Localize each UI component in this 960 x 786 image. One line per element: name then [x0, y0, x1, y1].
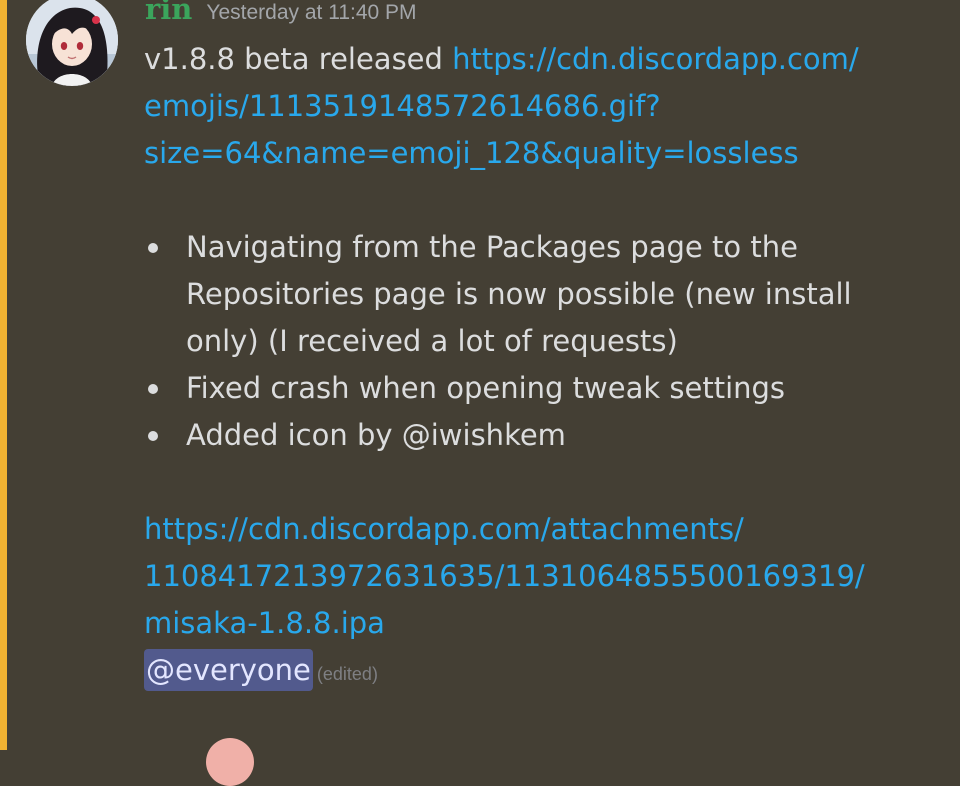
release-text: v1.8.8 beta released	[144, 42, 453, 76]
list-item: Added icon by @iwishkem	[144, 412, 934, 459]
changelog-list: Navigating from the Packages page to the…	[144, 224, 934, 459]
message-header: rin Yesterday at 11:40 PM	[145, 0, 417, 32]
attachment-link-continued[interactable]: misaka-1.8.8.ipa	[144, 606, 385, 640]
mention-highlight-bar	[0, 0, 7, 750]
list-item: Fixed crash when opening tweak settings	[144, 365, 934, 412]
message-content: v1.8.8 beta released https://cdn.discord…	[144, 36, 934, 694]
list-item-text: Fixed crash when opening tweak settings	[186, 371, 786, 405]
mention-line: @everyone (edited)	[144, 647, 934, 694]
edited-label: (edited)	[316, 664, 378, 684]
attachment-link-continued[interactable]: 1108417213972631635/1131064855500169319/	[144, 559, 865, 593]
next-message-avatar-icon[interactable]	[206, 738, 254, 786]
username[interactable]: rin	[145, 0, 192, 26]
attachment-link[interactable]: https://cdn.discordapp.com/attachments/	[144, 512, 744, 546]
message-timestamp[interactable]: Yesterday at 11:40 PM	[206, 1, 416, 24]
list-item-text: Navigating from the Packages page to the	[186, 230, 798, 264]
list-item-text: Added icon by @iwishkem	[186, 418, 566, 452]
bullet-icon	[148, 431, 158, 441]
bullet-icon	[148, 384, 158, 394]
emoji-link-continued[interactable]: emojis/1113519148572614686.gif?	[144, 89, 661, 123]
list-item: Navigating from the Packages page to the…	[144, 224, 934, 365]
bullet-icon	[148, 243, 158, 253]
list-item-text: only) (I received a lot of requests)	[186, 324, 678, 358]
everyone-mention[interactable]: @everyone	[144, 649, 313, 691]
emoji-link-continued[interactable]: size=64&name=emoji_128&quality=lossless	[144, 136, 799, 170]
user-avatar-icon[interactable]	[26, 0, 118, 86]
message-intro-line: v1.8.8 beta released https://cdn.discord…	[144, 36, 934, 83]
list-item-text: Repositories page is now possible (new i…	[186, 277, 852, 311]
emoji-link[interactable]: https://cdn.discordapp.com/	[452, 42, 859, 76]
